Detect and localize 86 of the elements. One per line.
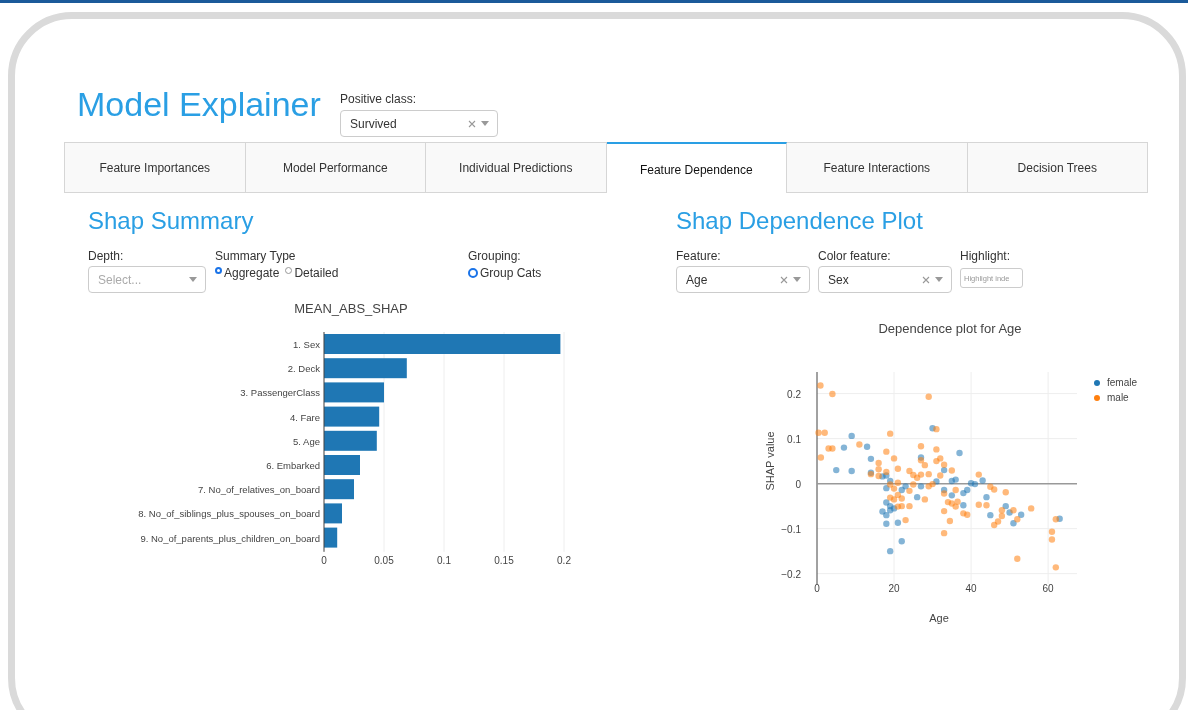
data-point [887,430,894,437]
positive-class-select[interactable]: Survived [340,110,498,137]
radio-option[interactable]: Aggregate [215,266,280,280]
data-point [1014,555,1021,562]
tab[interactable]: Feature Dependence [606,142,787,193]
data-point [925,393,932,400]
bar [324,430,377,451]
data-point [833,466,840,474]
clear-icon[interactable] [780,275,788,284]
field-label: Color feature: [818,249,892,263]
tab[interactable]: Feature Interactions [787,142,968,193]
axis-tick-label: −0.1 [781,523,801,535]
field-label: Highlight: [960,249,1012,263]
axis-tick-label: 0.2 [557,555,571,566]
data-point [817,454,825,461]
radio-button[interactable] [215,266,222,274]
tab[interactable]: Individual Predictions [426,142,607,193]
category-label: 3. PassengerClass [240,387,320,399]
chart-title: Dependence plot for Age [878,321,1022,336]
bar [324,406,380,427]
data-point [1052,564,1059,571]
axis-tick-label: 40 [965,583,977,594]
category-label: 6. Embarked [266,460,320,471]
axis-tick-label: 0.1 [437,555,451,566]
caret-icon [481,121,489,126]
chart-title: MEAN_ABS_SHAP [294,301,408,316]
radio-button[interactable] [285,266,293,274]
axis-tick-label: 0.05 [374,555,394,566]
category-label: 7. No_of_relatives_on_board [198,484,320,496]
legend-label: male [1107,392,1129,403]
axis-label: SHAP value [764,431,776,491]
field-label: Positive class: [340,92,418,106]
data-point [848,467,855,475]
bar [324,479,354,500]
category-label: 5. Age [293,435,320,447]
axis-tick-label: 0 [795,478,801,490]
category-label: 8. No_of_siblings_plus_spouses_on_board [138,508,320,520]
field-label: Feature: [676,249,722,263]
feature-select[interactable]: Age [676,266,810,293]
category-label: 4. Fare [289,411,320,423]
field-label: Grouping: [468,249,522,263]
clear-icon[interactable] [922,275,930,284]
radio-option[interactable]: Detailed [285,266,339,280]
radio-option[interactable]: Group Cats [468,266,542,280]
axis-tick-label: 60 [1042,583,1054,594]
tab[interactable]: Decision Trees [967,142,1148,193]
data-point [894,465,902,472]
axis-label: Age [929,612,949,624]
axis-tick-label: 20 [888,583,900,594]
axis-tick-label: 0 [814,583,820,594]
axis-tick-label: 0.2 [787,388,801,400]
clear-icon[interactable] [468,119,476,128]
data-point [933,446,940,453]
category-label: 2. Deck [287,363,320,375]
field-label: Summary Type [215,249,297,263]
data-point [956,449,963,457]
axis-tick-label: 0.15 [494,555,514,566]
caret-icon [935,277,943,282]
tab[interactable]: Feature Importances [64,142,246,193]
data-point [829,390,836,398]
section-title: Shap Dependence Plot [676,207,924,235]
data-point [817,382,824,389]
axis-tick-label: 0 [321,555,327,566]
data-point [898,538,905,545]
data-point [940,529,948,537]
color-feature-select[interactable]: Sex [818,266,952,293]
data-point [917,443,925,450]
bar [324,382,384,403]
data-point [840,444,848,451]
app-title: Model Explainer [77,84,322,125]
category-label: 9. No_of_parents_plus_children_on_board [140,532,320,544]
axis-tick-label: −0.2 [781,568,801,580]
radio-button[interactable] [468,268,478,278]
caret-icon [189,277,197,282]
legend-label: female [1107,377,1137,388]
caret-icon [793,277,801,282]
tab[interactable]: Model Performance [245,142,426,193]
category-label: 1. Sex [293,339,320,350]
data-point [1027,505,1035,512]
data-point [1002,489,1009,496]
field-label: Depth: [88,249,125,263]
section-title: Shap Summary [88,207,255,235]
data-point [946,517,954,525]
axis-tick-label: 0.1 [787,433,801,445]
data-point [887,547,894,555]
bar [324,455,360,475]
